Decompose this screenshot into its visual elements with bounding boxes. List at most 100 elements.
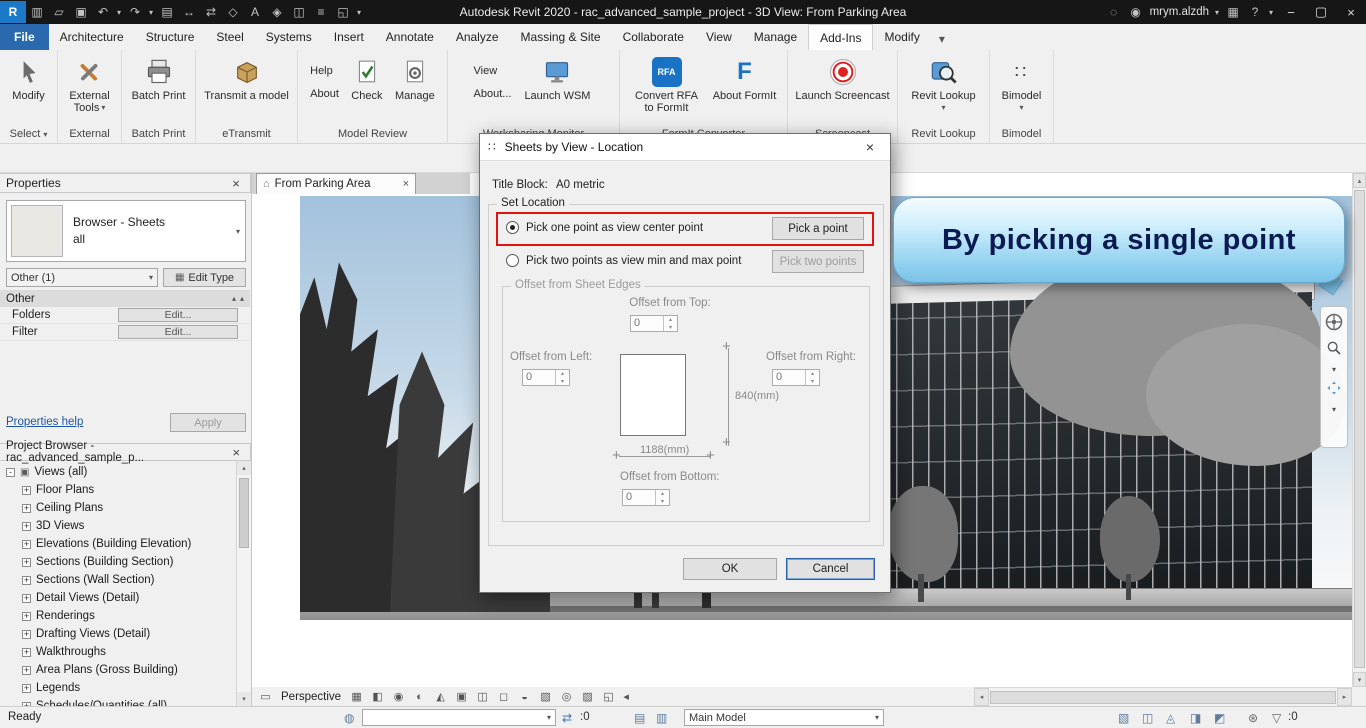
h-scroll-right-icon[interactable]: ▸ bbox=[1337, 688, 1352, 706]
check-button[interactable]: Check bbox=[345, 55, 389, 102]
properties-close-icon[interactable]: × bbox=[228, 176, 244, 191]
browser-item-renderings[interactable]: + Renderings bbox=[6, 607, 236, 625]
tab-annotate[interactable]: Annotate bbox=[375, 24, 445, 50]
customize-qat-icon[interactable]: ▾ bbox=[354, 1, 364, 23]
expander-icon[interactable]: + bbox=[22, 539, 31, 549]
external-tools-button[interactable]: External Tools ▾ bbox=[69, 55, 110, 114]
browser-item-walkthroughs[interactable]: + Walkthroughs bbox=[6, 643, 236, 661]
navbar-dropdown-icon[interactable]: ▾ bbox=[1332, 365, 1336, 374]
collapse-all-icon[interactable]: ▴ bbox=[240, 294, 244, 303]
tab-modify[interactable]: Modify bbox=[873, 24, 930, 50]
help-icon[interactable]: ? bbox=[1244, 1, 1266, 23]
revit-lookup-button[interactable]: Revit Lookup ▾ bbox=[904, 55, 984, 114]
dialog-close-icon[interactable]: × bbox=[858, 139, 882, 155]
analytical-model-icon[interactable]: ▨ bbox=[578, 689, 597, 705]
v-scroll-down-icon[interactable]: ▾ bbox=[1353, 672, 1366, 687]
expander-icon[interactable]: + bbox=[22, 575, 31, 585]
undo-dropdown-icon[interactable]: ▾ bbox=[114, 1, 124, 23]
ribbon-display-toggle-icon[interactable]: ▾ bbox=[931, 28, 953, 50]
revit-logo-icon[interactable]: R bbox=[0, 1, 26, 23]
visual-style-icon[interactable]: ◧ bbox=[368, 689, 387, 705]
tab-file[interactable]: File bbox=[0, 24, 49, 50]
crop-region-icon[interactable]: ◭ bbox=[431, 689, 450, 705]
launch-screencast-button[interactable]: Launch Screencast bbox=[795, 55, 891, 102]
detail-level-icon[interactable]: ▦ bbox=[347, 689, 366, 705]
h-scroll-thumb[interactable] bbox=[990, 690, 1336, 704]
expander-icon[interactable]: - bbox=[6, 467, 15, 477]
user-dropdown-icon[interactable]: ▾ bbox=[1212, 1, 1222, 23]
thin-lines-icon[interactable]: ≡ bbox=[310, 1, 332, 23]
tab-architecture[interactable]: Architecture bbox=[49, 24, 135, 50]
active-workset-combo[interactable]: ▾ bbox=[362, 709, 556, 726]
tab-insert[interactable]: Insert bbox=[323, 24, 375, 50]
h-scroll-left-icon[interactable]: ◂ bbox=[974, 688, 989, 706]
reveal-hidden-icon[interactable]: ◒ bbox=[515, 689, 534, 705]
folders-edit-button[interactable]: Edit... bbox=[118, 308, 238, 322]
worksets-icon[interactable]: ◍ bbox=[344, 711, 354, 725]
cancel-button[interactable]: Cancel bbox=[786, 558, 875, 580]
design-options-pick-icon[interactable]: ▥ bbox=[656, 711, 667, 725]
tab-view[interactable]: View bbox=[695, 24, 743, 50]
close-button[interactable]: × bbox=[1336, 0, 1366, 24]
expander-icon[interactable]: + bbox=[22, 485, 31, 495]
open-icon[interactable]: ▱ bbox=[48, 1, 70, 23]
redo-icon[interactable]: ↷ bbox=[124, 1, 146, 23]
section-icon[interactable]: ◫ bbox=[288, 1, 310, 23]
browser-item-detail-views[interactable]: + Detail Views (Detail) bbox=[6, 589, 236, 607]
selection-filter-icon[interactable]: ▽ bbox=[1272, 711, 1281, 725]
about-wsm-button[interactable]: About... bbox=[470, 87, 516, 101]
radio-pick-one-point[interactable] bbox=[506, 221, 519, 234]
sheet-icon[interactable]: ▥ bbox=[26, 1, 48, 23]
tab-collaborate[interactable]: Collaborate bbox=[612, 24, 695, 50]
help-button[interactable]: Help bbox=[306, 64, 337, 78]
about-button[interactable]: About bbox=[306, 87, 343, 101]
about-formit-button[interactable]: F About FormIt bbox=[709, 55, 781, 103]
bimodel-button[interactable]: ∷ Bimodel ▾ bbox=[993, 55, 1051, 114]
tab-systems[interactable]: Systems bbox=[255, 24, 323, 50]
properties-help-link[interactable]: Properties help bbox=[6, 416, 83, 428]
steering-wheel-icon[interactable] bbox=[1325, 313, 1343, 334]
tab-manage[interactable]: Manage bbox=[743, 24, 808, 50]
signed-in-user[interactable]: mrym.alzdh bbox=[1147, 6, 1212, 18]
project-browser-close-icon[interactable]: × bbox=[228, 445, 244, 460]
scroll-thumb[interactable] bbox=[239, 478, 249, 548]
design-option-combo[interactable]: Main Model ▾ bbox=[684, 709, 884, 726]
navbar-dropdown-icon-2[interactable]: ▾ bbox=[1332, 405, 1336, 414]
tab-massing-site[interactable]: Massing & Site bbox=[510, 24, 612, 50]
expander-icon[interactable]: + bbox=[22, 647, 31, 657]
default-3d-view-icon[interactable]: ◈ bbox=[266, 1, 288, 23]
type-selector[interactable]: Browser - Sheets all ▾ bbox=[6, 200, 246, 262]
pan-icon[interactable] bbox=[1326, 380, 1342, 399]
pick-a-point-button[interactable]: Pick a point bbox=[772, 217, 864, 240]
view-button[interactable]: View bbox=[470, 64, 502, 78]
shadows-icon[interactable]: ◐ bbox=[410, 689, 429, 705]
browser-item-sections-building[interactable]: + Sections (Building Section) bbox=[6, 553, 236, 571]
text-icon[interactable]: A bbox=[244, 1, 266, 23]
scroll-up-icon[interactable]: ▴ bbox=[237, 461, 251, 475]
browser-item-views-all[interactable]: - ▣ Views (all) bbox=[6, 463, 236, 481]
drag-on-selection-icon[interactable]: ◩ bbox=[1214, 711, 1225, 725]
zoom-icon[interactable] bbox=[1326, 340, 1342, 359]
perspective-label[interactable]: Perspective bbox=[277, 691, 345, 703]
help-dropdown-icon[interactable]: ▾ bbox=[1266, 1, 1276, 23]
worksharing-display-icon[interactable]: ▧ bbox=[536, 689, 555, 705]
vertical-scrollbar[interactable]: ▴ ▾ bbox=[1352, 173, 1366, 687]
expander-icon[interactable]: + bbox=[22, 593, 31, 603]
view-tab-close-icon[interactable]: × bbox=[403, 178, 409, 190]
redo-dropdown-icon[interactable]: ▾ bbox=[146, 1, 156, 23]
aligned-dimension-icon[interactable]: ⇄ bbox=[200, 1, 222, 23]
lock-3d-view-icon[interactable]: ◫ bbox=[473, 689, 492, 705]
browser-item-drafting-views[interactable]: + Drafting Views (Detail) bbox=[6, 625, 236, 643]
show-crop-icon[interactable]: ▣ bbox=[452, 689, 471, 705]
browser-item-floor-plans[interactable]: + Floor Plans bbox=[6, 481, 236, 499]
browser-item-legends[interactable]: + Legends bbox=[6, 679, 236, 697]
expander-icon[interactable]: + bbox=[22, 521, 31, 531]
dialog-titlebar[interactable]: ∷ Sheets by View - Location × bbox=[480, 134, 890, 161]
select-links-icon[interactable]: ▧ bbox=[1118, 711, 1129, 725]
browser-item-sections-wall[interactable]: + Sections (Wall Section) bbox=[6, 571, 236, 589]
tab-steel[interactable]: Steel bbox=[205, 24, 254, 50]
modify-button[interactable]: Modify bbox=[12, 55, 45, 102]
view-tab-from-parking-area[interactable]: ⌂ From Parking Area × bbox=[256, 173, 416, 194]
constraints-icon[interactable]: ◱ bbox=[599, 689, 618, 705]
save-icon[interactable]: ▣ bbox=[70, 1, 92, 23]
